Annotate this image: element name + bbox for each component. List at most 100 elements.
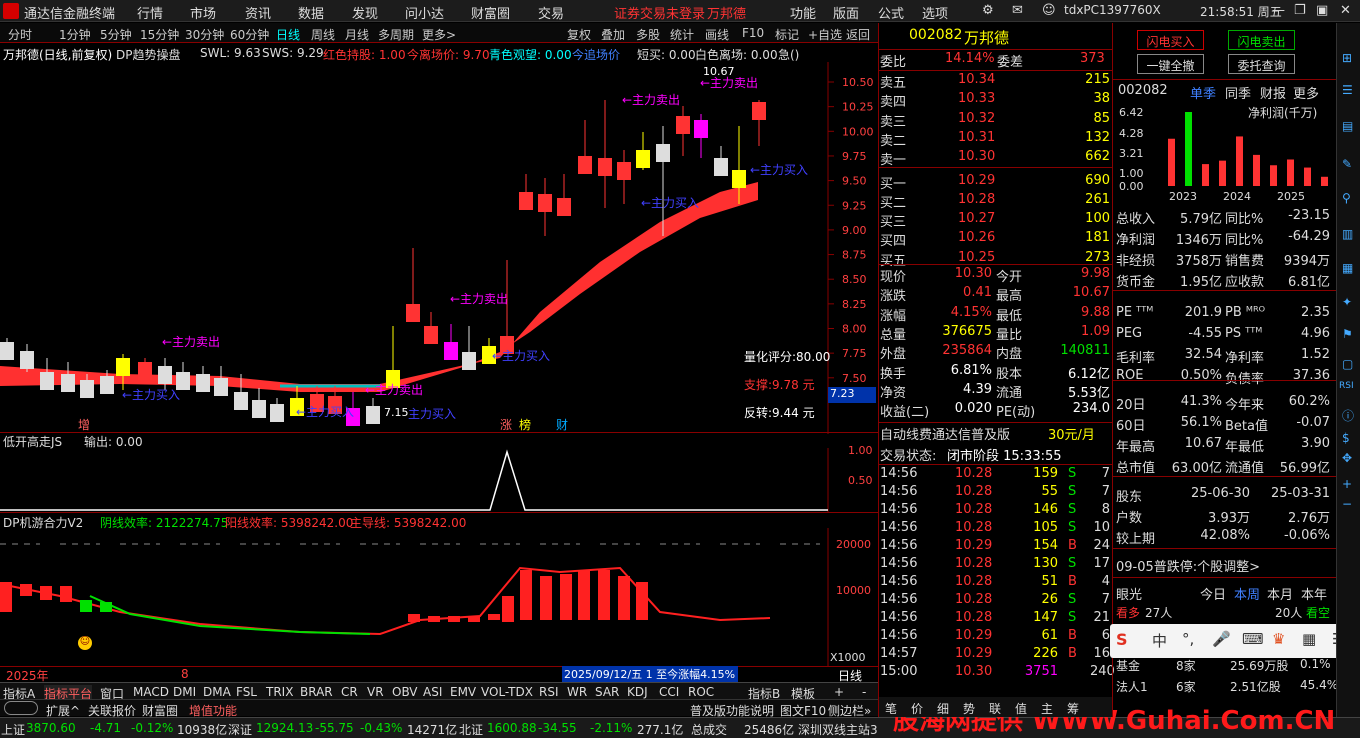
menu-gongneng[interactable]: 功能 [790,3,816,22]
ad-price[interactable]: 30元/月 [1048,424,1095,443]
tab-daily[interactable]: 日线 [276,26,300,43]
sz-label[interactable]: 深证 [228,721,252,738]
eye-tab-month[interactable]: 本月 [1267,584,1293,603]
menu-banmian[interactable]: 版面 [833,3,859,22]
menu-shichang[interactable]: 市场 [190,3,216,22]
order-query-button[interactable]: 委托查询 [1228,54,1295,74]
tick-tab-lian[interactable]: 联 [989,700,1001,717]
tool-tongji[interactable]: 统计 [670,26,694,43]
tab-fenshi[interactable]: 分时 [8,26,32,43]
tab-monthly[interactable]: 月线 [345,26,369,43]
user-icon[interactable]: ☺ [1042,3,1056,18]
rail-list-icon[interactable]: ☰ [1342,83,1353,97]
tab-macd[interactable]: MACD [133,685,169,699]
tool-add-watchlist[interactable]: +自选 [808,26,842,43]
rail-minus-icon[interactable]: − [1342,497,1352,511]
tick-tab-bi[interactable]: 笔 [885,700,897,717]
tool-diejia[interactable]: 叠加 [601,26,625,43]
rail-flag-icon[interactable]: ⚑ [1342,327,1353,341]
toggle-switch[interactable] [4,701,38,715]
tab-dma[interactable]: DMA [203,685,231,699]
tab-roc[interactable]: ROC [688,685,714,699]
tick-tab-jia[interactable]: 价 [911,700,923,717]
rail-pen-icon[interactable]: ✎ [1342,157,1352,171]
tab-1min[interactable]: 1分钟 [59,26,91,43]
ad-text[interactable]: 自动线费通达信普及版 [880,424,1010,443]
settings-icon[interactable]: ⚙ [982,3,994,18]
clear-all-button[interactable]: 一键全撤 [1137,54,1204,74]
rail-square-icon[interactable]: ▢ [1342,357,1353,371]
ime-grid-icon[interactable]: ▦ [1302,630,1316,648]
tab-60min[interactable]: 60分钟 [230,26,269,43]
tab-cci[interactable]: CCI [659,685,679,699]
flash-sell-button[interactable]: 闪电卖出 [1228,30,1295,50]
rail-rsi-icon[interactable]: RSI [1339,381,1354,391]
menu-gongshi[interactable]: 公式 [878,3,904,22]
indicator3-chart[interactable] [0,528,878,666]
tick-tab-zhu[interactable]: 主 [1041,700,1053,717]
rail-move-icon[interactable]: ✥ [1342,451,1352,465]
tab-weekly[interactable]: 周线 [311,26,335,43]
server-name[interactable]: 深圳双线主站3 [798,721,878,738]
tool-fuquan[interactable]: 复权 [567,26,591,43]
rail-plus-icon[interactable]: + [1342,477,1352,491]
tool-biaoji[interactable]: 标记 [775,26,799,43]
ime-keyboard-icon[interactable]: ⌨ [1242,630,1264,648]
close-icon[interactable]: ✕ [1340,3,1351,18]
tool-huaxian[interactable]: 画线 [705,26,729,43]
tick-tab-chou[interactable]: 筹 [1067,700,1079,717]
ime-mic-icon[interactable]: 🎤 [1212,630,1231,648]
eye-tab-week[interactable]: 本周 [1234,584,1260,603]
rail-star-icon[interactable]: ✦ [1342,295,1352,309]
login-status[interactable]: 证券交易未登录 [614,3,705,22]
tab-minus[interactable]: - [862,685,866,699]
tab-vr[interactable]: VR [367,685,384,699]
tab-asi[interactable]: ASI [423,685,442,699]
menu-jiaoyi[interactable]: 交易 [538,3,564,22]
eye-tab-today[interactable]: 今日 [1200,584,1226,603]
indicator-name[interactable]: DP趋势操盘 [116,46,180,63]
tick-tab-xi[interactable]: 细 [937,700,949,717]
tab-cr[interactable]: CR [341,685,358,699]
ime-lang-icon[interactable]: 中 [1152,630,1167,651]
mail-icon[interactable]: ✉ [1012,3,1023,18]
tool-duogu[interactable]: 多股 [636,26,660,43]
tab-fsl[interactable]: FSL [236,685,257,699]
rail-grid-icon[interactable]: ⊞ [1342,51,1352,65]
ime-logo-icon[interactable]: S [1116,630,1128,649]
tab-multi-period[interactable]: 多周期 [378,26,414,43]
menu-hangqing[interactable]: 行情 [137,3,163,22]
flash-buy-button[interactable]: 闪电买入 [1137,30,1204,50]
tab-trix[interactable]: TRIX [266,685,293,699]
indicator2-chart[interactable] [0,448,878,512]
rail-dollar-icon[interactable]: $ [1342,431,1350,445]
tool-f10[interactable]: F10 [742,26,764,40]
sh-label[interactable]: 上证 [1,721,25,738]
menu-zixun[interactable]: 资讯 [245,3,271,22]
restore-icon[interactable]: ❐ [1294,3,1306,18]
tab-30min[interactable]: 30分钟 [185,26,224,43]
rail-calendar-icon[interactable]: ▦ [1342,261,1353,275]
tab-sar[interactable]: SAR [595,685,619,699]
tab-plus[interactable]: + [834,685,844,699]
tab-5min[interactable]: 5分钟 [100,26,132,43]
menu-faxian[interactable]: 发现 [352,3,378,22]
tab-rsi[interactable]: RSI [539,685,559,699]
tool-back[interactable]: 返回 [846,26,870,43]
menu-wenxiaoda[interactable]: 问小达 [405,3,444,22]
minimize-icon[interactable]: — [1272,3,1285,18]
menu-caifuquan[interactable]: 财富圈 [471,3,510,22]
bz-label[interactable]: 北证 [459,721,483,738]
rail-search-icon[interactable]: ⚲ [1342,191,1351,205]
rail-chart-icon[interactable]: ▤ [1342,119,1353,133]
tick-tab-zhi[interactable]: 值 [1015,700,1027,717]
tab-wr[interactable]: WR [567,685,587,699]
tab-kdj[interactable]: KDJ [627,685,648,699]
rail-bars-icon[interactable]: ▥ [1342,227,1353,241]
menu-shuju[interactable]: 数据 [298,3,324,22]
tab-dmi[interactable]: DMI [173,685,196,699]
tab-more[interactable]: 更多> [422,26,456,43]
tab-emv[interactable]: EMV [450,685,476,699]
tab-obv[interactable]: OBV [392,685,418,699]
tab-15min[interactable]: 15分钟 [140,26,179,43]
